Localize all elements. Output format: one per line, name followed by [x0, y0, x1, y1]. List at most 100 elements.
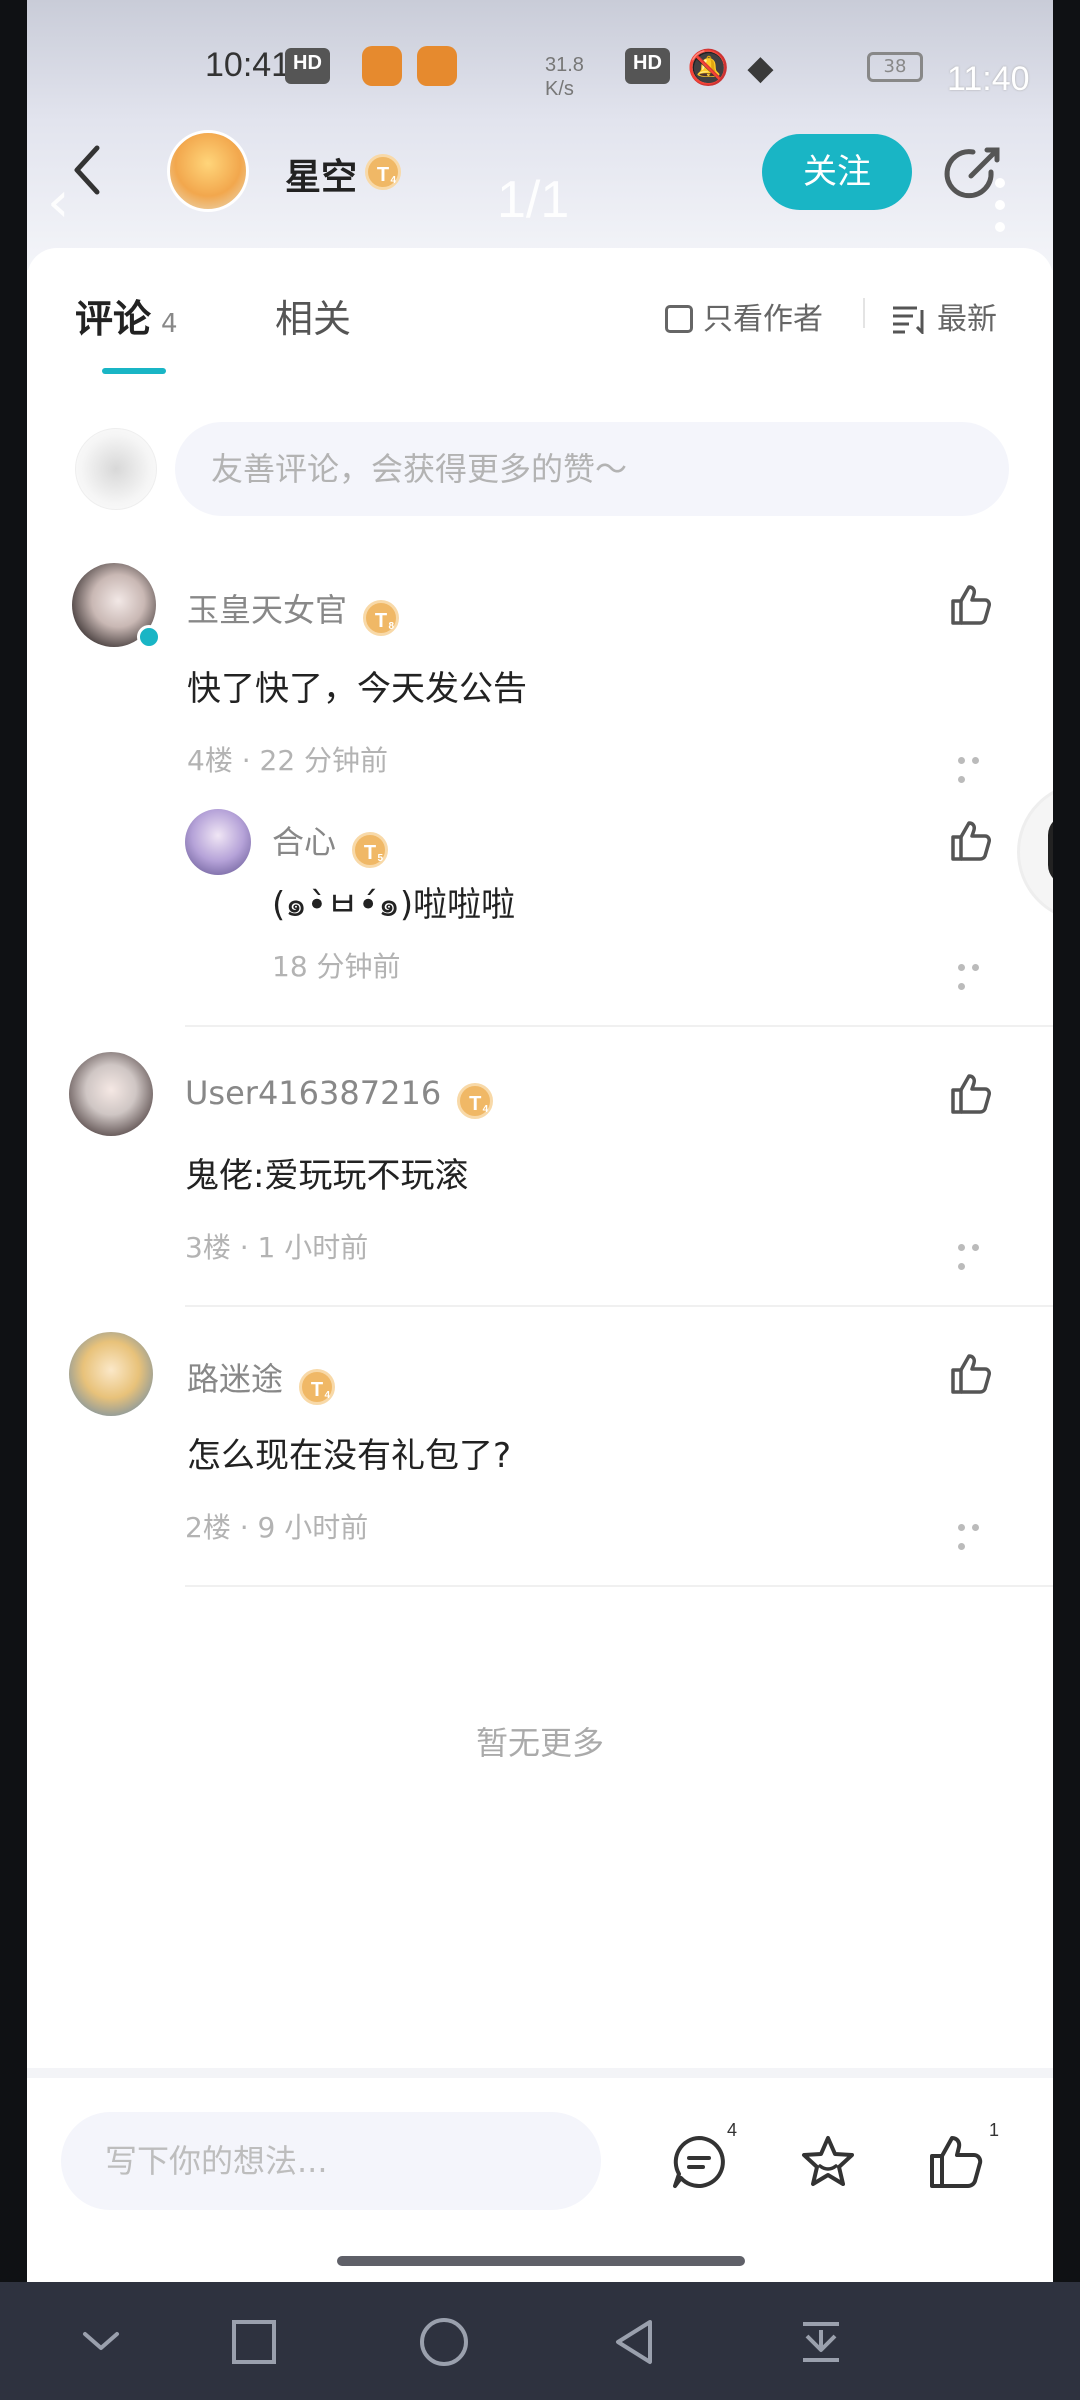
comment-meta: 2楼 · 9 小时前	[185, 1511, 369, 1544]
follow-button[interactable]: 关注	[762, 134, 912, 210]
level-badge: T5	[352, 832, 389, 868]
checkbox-icon	[665, 305, 693, 333]
like-icon[interactable]	[947, 581, 995, 629]
app-screen: 10:41 HD 31.8 K/s HD 🔕◆ 38 11:40 ‹ 星空 T4…	[27, 0, 1053, 2282]
comment-text: 怎么现在没有礼包了?	[187, 1436, 512, 1476]
author-avatar[interactable]	[167, 130, 249, 212]
reply-avatar[interactable]	[185, 809, 251, 875]
tab-comments-count: 4	[161, 309, 178, 339]
level-letter: T	[310, 1379, 324, 1401]
status-icons: 🔕◆	[687, 48, 792, 88]
level-badge: T8	[363, 600, 400, 636]
thoughts-input[interactable]	[61, 2112, 601, 2210]
comment-item: 路迷途 T 4 怎么现在没有礼包了? 2楼 · 9 小时前	[27, 1332, 1053, 1562]
hd-chip-right: HD	[625, 48, 670, 84]
commenter-avatar[interactable]	[69, 1332, 153, 1416]
nav-square-icon[interactable]	[228, 2316, 280, 2368]
commenter-name[interactable]: 路迷途 T 4	[187, 1354, 336, 1405]
commenter-name-text: User416387216	[185, 1074, 442, 1112]
commenter-name-text: 路迷途	[187, 1360, 284, 1398]
comment-divider	[185, 1585, 1053, 1587]
level-letter: T	[363, 842, 377, 864]
like-count: 1	[989, 2120, 1000, 2140]
like-icon[interactable]	[947, 1350, 995, 1398]
more-icon[interactable]	[958, 1516, 998, 1550]
tab-comments[interactable]: 评论 4	[75, 288, 178, 343]
comment-meta: 4楼 · 22 分钟前	[187, 744, 389, 777]
app-notification-icon	[417, 46, 457, 86]
network-speed: 31.8	[545, 54, 584, 76]
my-avatar[interactable]	[75, 428, 157, 510]
level-letter: T	[376, 164, 390, 186]
commenter-name-text: 玉皇天女官	[187, 591, 348, 629]
author-name[interactable]: 星空	[285, 148, 357, 200]
bottom-separator	[27, 2068, 1053, 2078]
tab-comments-label: 评论	[75, 297, 152, 341]
no-more-label: 暂无更多	[475, 1724, 604, 1762]
like-icon[interactable]	[947, 817, 995, 865]
comment-input[interactable]	[175, 422, 1009, 516]
share-icon	[944, 147, 1000, 199]
like-icon[interactable]	[926, 2132, 986, 2192]
reply-name[interactable]: 合心 T 5	[272, 817, 389, 868]
tab-divider	[863, 298, 865, 328]
level-letter: T	[374, 610, 388, 632]
commenter-avatar[interactable]	[69, 1052, 153, 1136]
more-icon[interactable]	[958, 749, 998, 783]
nav-menu-icon[interactable]	[795, 2316, 847, 2368]
comment-icon[interactable]	[669, 2132, 729, 2192]
sort-icon	[893, 306, 924, 334]
only-author-label: 只看作者	[703, 302, 823, 337]
hd-chip-left: HD	[285, 48, 330, 84]
commenter-name[interactable]: User416387216 T 4	[185, 1074, 494, 1119]
reply-meta: 18 分钟前	[272, 950, 401, 983]
level-number: 4	[390, 175, 396, 186]
level-badge: T4	[299, 1369, 336, 1405]
comment-text: 鬼佬:爱玩玩不玩滚	[185, 1156, 469, 1196]
author-level-badge: T4	[365, 154, 401, 190]
tab-bar: 评论 4 相关 只看作者 最新	[27, 248, 1053, 378]
back-button[interactable]	[67, 140, 137, 210]
verified-icon	[137, 625, 161, 649]
comment-item: 玉皇天女官 T 8 快了快了，今天发公告 4楼 · 22 分钟前 合心 T 5 (๑•̀…	[27, 563, 1053, 990]
comment-meta: 3楼 · 1 小时前	[185, 1231, 369, 1264]
only-author-toggle[interactable]: 只看作者	[665, 294, 823, 338]
nav-back-icon[interactable]	[608, 2316, 660, 2368]
system-nav-bar	[0, 2282, 1080, 2400]
more-icon[interactable]	[958, 1236, 998, 1270]
status-bar: 10:41 HD 31.8 K/s HD 🔕◆ 38 11:40	[27, 40, 1053, 100]
network-speed-unit: K/s	[545, 78, 574, 100]
nav-down-icon[interactable]	[75, 2316, 127, 2368]
more-menu-icon[interactable]	[995, 178, 1005, 238]
comment-text: 快了快了，今天发公告	[187, 669, 527, 709]
level-badge: T4	[457, 1083, 494, 1119]
status-time-overlay: 11:40	[947, 60, 1030, 98]
home-indicator[interactable]	[337, 2256, 745, 2266]
star-icon[interactable]	[798, 2132, 858, 2192]
app-notification-icon	[362, 46, 402, 86]
active-tab-indicator	[102, 368, 166, 374]
tab-related[interactable]: 相关	[275, 288, 351, 343]
comment-item: User416387216 T 4 鬼佬:爱玩玩不玩滚 3楼 · 1 小时前	[27, 1052, 1053, 1282]
share-button[interactable]	[941, 142, 1003, 204]
level-letter: T	[469, 1093, 482, 1115]
level-number: 5	[377, 853, 384, 864]
reply-text: (๑•̀ㅂ•́๑)啦啦啦	[272, 885, 516, 925]
sort-button[interactable]: 最新	[891, 294, 997, 338]
sort-label: 最新	[937, 302, 997, 337]
battery-icon: 38	[867, 52, 923, 82]
page-indicator: 1/1	[497, 171, 570, 229]
nav-circle-icon[interactable]	[418, 2316, 470, 2368]
level-number: 4	[324, 1390, 331, 1401]
comment-divider	[185, 1025, 1053, 1027]
comment-compose-row	[27, 418, 1053, 518]
level-number: 4	[482, 1104, 489, 1115]
back-arrow-icon	[74, 145, 100, 195]
comment-count: 4	[727, 2120, 738, 2140]
like-icon[interactable]	[947, 1070, 995, 1118]
more-icon[interactable]	[958, 956, 998, 990]
level-number: 8	[388, 621, 395, 632]
reply-name-text: 合心	[272, 823, 337, 861]
commenter-name[interactable]: 玉皇天女官 T 8	[187, 585, 400, 636]
status-time: 10:41	[205, 46, 291, 84]
